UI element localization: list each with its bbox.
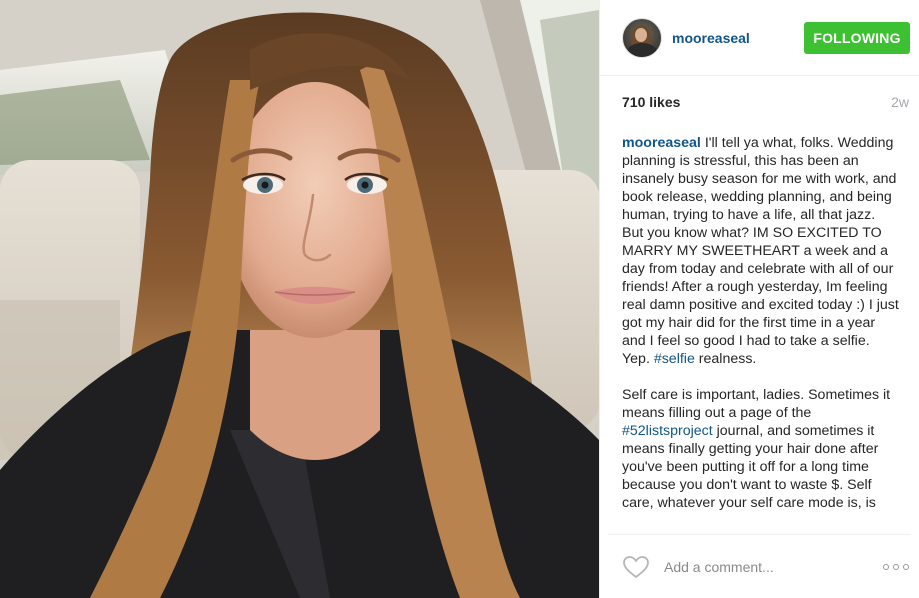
caption-text-2: But you know what? IM SO EXCITED TO MARR… (622, 225, 899, 367)
more-options-icon[interactable] (883, 561, 909, 573)
post-sidebar: mooreaseal FOLLOWING 710 likes 2w moorea… (599, 0, 919, 598)
post-age[interactable]: 2w (891, 94, 909, 110)
hashtag-selfie-link[interactable]: #selfie (654, 351, 695, 367)
comment-bar (608, 534, 911, 598)
likes-count[interactable]: 710 likes (622, 94, 680, 110)
comment-input[interactable] (662, 557, 883, 576)
instagram-post: mooreaseal FOLLOWING 710 likes 2w moorea… (0, 0, 919, 598)
post-header: mooreaseal FOLLOWING (600, 0, 919, 76)
hashtag-52listsproject-link[interactable]: #52listsproject (622, 423, 713, 439)
heart-outline-icon[interactable] (622, 555, 650, 579)
caption-area: mooreaseal I'll tell ya what, folks. Wed… (622, 134, 899, 530)
username-link[interactable]: mooreaseal (672, 30, 804, 46)
avatar[interactable] (622, 17, 662, 58)
caption-paragraph-1: mooreaseal I'll tell ya what, folks. Wed… (622, 134, 899, 224)
caption-paragraph-3: Self care is important, ladies. Sometime… (622, 386, 899, 512)
post-meta: 710 likes 2w (600, 76, 919, 128)
selfie-image (0, 0, 599, 598)
caption-text-3: Self care is important, ladies. Sometime… (622, 387, 891, 421)
caption-username-link[interactable]: mooreaseal (622, 135, 701, 151)
following-button[interactable]: FOLLOWING (804, 21, 910, 54)
caption-paragraph-2: But you know what? IM SO EXCITED TO MARR… (622, 224, 899, 368)
caption-text-2b: realness. (694, 351, 757, 367)
post-photo[interactable] (0, 0, 599, 598)
